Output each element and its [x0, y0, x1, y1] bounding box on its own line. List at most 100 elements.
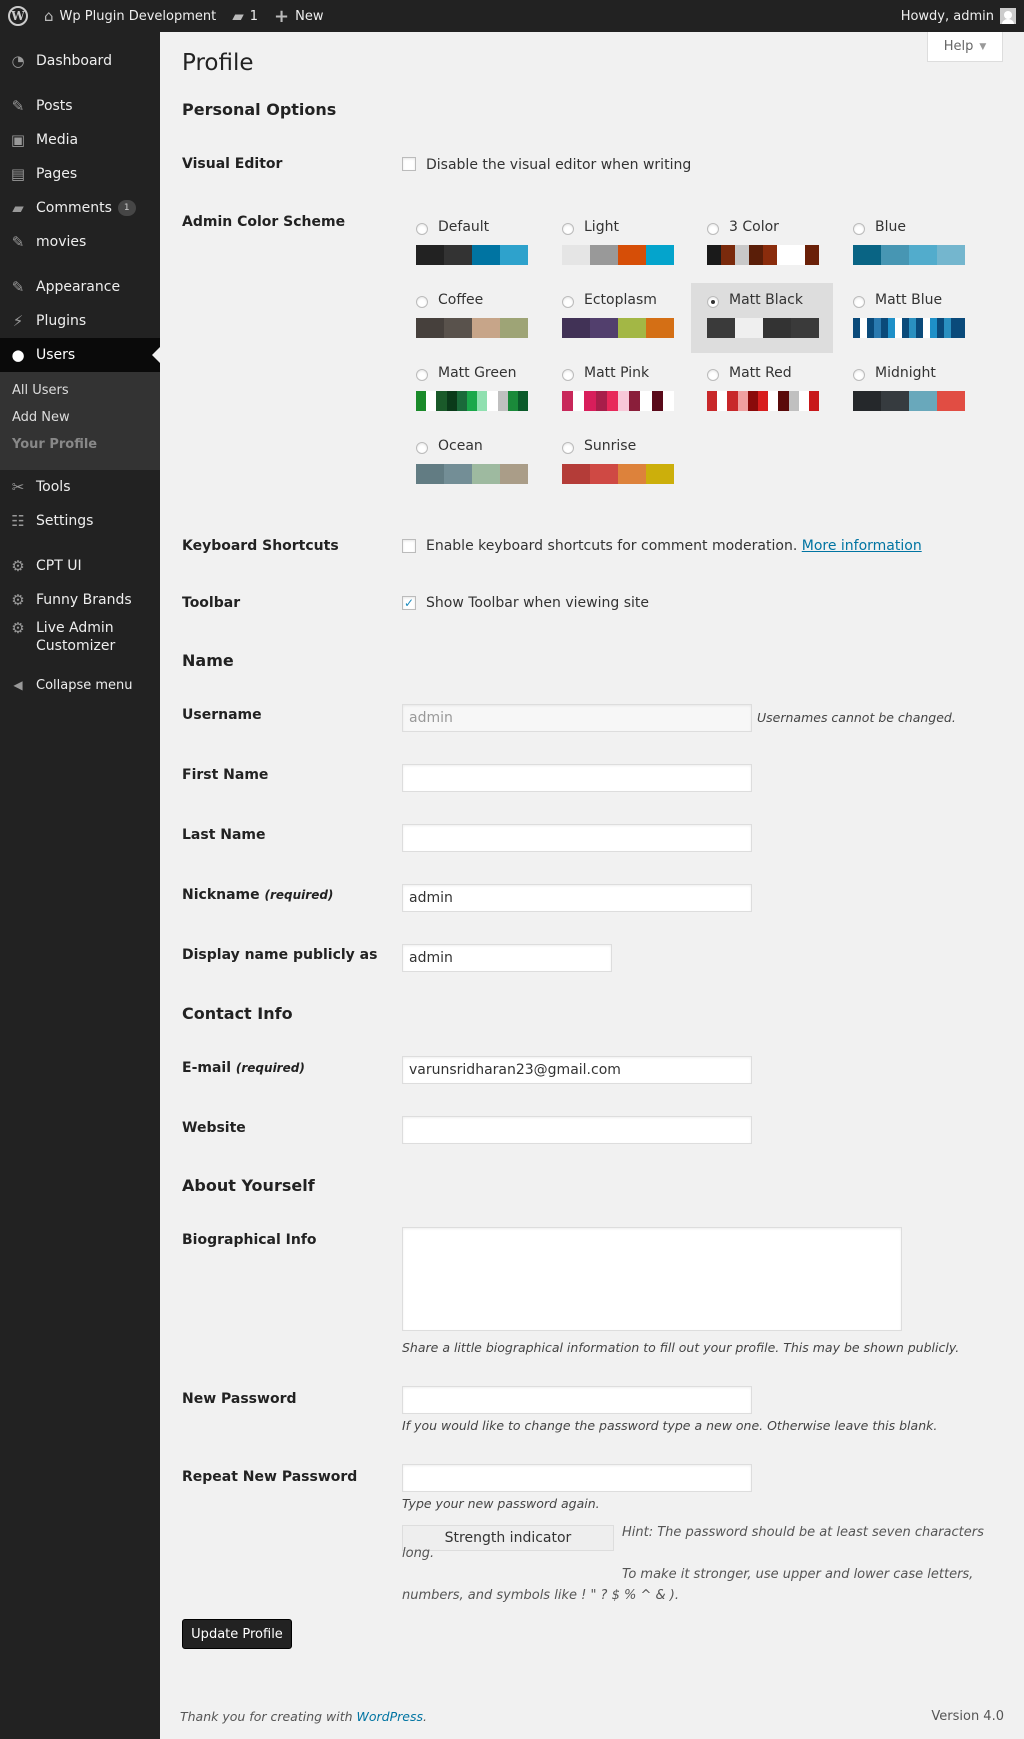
color-scheme-swatches: [416, 245, 528, 265]
repeat-password-field[interactable]: [402, 1464, 752, 1492]
menu-pages[interactable]: ▤ Pages: [0, 157, 160, 191]
color-scheme-option[interactable]: Default: [400, 210, 542, 280]
menu-posts[interactable]: ✎ Posts: [0, 89, 160, 123]
color-scheme-radio[interactable]: [416, 296, 428, 308]
color-scheme-option[interactable]: Matt Black: [691, 283, 833, 353]
color-swatch: [487, 391, 498, 411]
color-scheme-radio[interactable]: [853, 369, 865, 381]
color-scheme-radio[interactable]: [853, 296, 865, 308]
color-swatch: [778, 391, 789, 411]
color-swatch: [777, 318, 791, 338]
color-swatch: [562, 464, 590, 484]
menu-cpt-ui[interactable]: ⚙ CPT UI: [0, 549, 160, 583]
color-scheme-option[interactable]: Coffee: [400, 283, 542, 353]
color-scheme-option[interactable]: Midnight: [837, 356, 979, 426]
color-scheme-radio[interactable]: [562, 442, 574, 454]
color-swatch: [860, 318, 867, 338]
menu-tools[interactable]: ✂ Tools: [0, 470, 160, 504]
site-name-link[interactable]: ⌂ Wp Plugin Development: [36, 0, 224, 32]
color-scheme-option[interactable]: Ocean: [400, 429, 542, 499]
collapse-menu-button[interactable]: ◀ Collapse menu: [0, 668, 160, 702]
color-swatch: [500, 245, 528, 265]
menu-label: Posts: [36, 98, 73, 114]
submenu-all-users[interactable]: All Users: [12, 383, 69, 398]
email-label: E-mail (required): [182, 1060, 305, 1076]
color-scheme-radio[interactable]: [416, 369, 428, 381]
color-scheme-option[interactable]: Matt Green: [400, 356, 542, 426]
first-name-field[interactable]: [402, 764, 752, 792]
toolbar-label: Toolbar: [182, 595, 241, 611]
color-swatch: [472, 318, 500, 338]
new-content-link[interactable]: + New: [266, 0, 331, 32]
color-scheme-radio[interactable]: [562, 296, 574, 308]
comments-link[interactable]: ▰ 1: [224, 0, 266, 32]
color-scheme-option[interactable]: Matt Red: [691, 356, 833, 426]
my-account-link[interactable]: Howdy, admin: [893, 0, 1024, 32]
color-scheme-option[interactable]: 3 Color: [691, 210, 833, 280]
menu-media[interactable]: ▣ Media: [0, 123, 160, 157]
menu-movies[interactable]: ✎ movies: [0, 225, 160, 259]
color-scheme-radio[interactable]: [562, 223, 574, 235]
color-scheme-swatches: [416, 464, 528, 484]
section-about-yourself: About Yourself: [182, 1176, 315, 1195]
menu-live-admin-customizer[interactable]: ⚙ Live Admin Customizer: [0, 617, 160, 659]
color-scheme-option[interactable]: Matt Blue: [837, 283, 979, 353]
color-scheme-radio[interactable]: [707, 223, 719, 235]
menu-users[interactable]: ● Users: [0, 338, 160, 372]
help-button[interactable]: Help ▼: [927, 32, 1003, 62]
submenu-add-new[interactable]: Add New: [12, 410, 70, 425]
greeting: Howdy, admin: [900, 8, 994, 24]
color-swatch: [456, 391, 467, 411]
color-swatch: [747, 391, 758, 411]
color-swatch: [629, 391, 641, 411]
menu-comments[interactable]: ▰ Comments 1: [0, 191, 160, 225]
color-scheme-option[interactable]: Blue: [837, 210, 979, 280]
menu-dashboard[interactable]: ◔ Dashboard: [0, 44, 160, 78]
keyboard-shortcuts-text: Enable keyboard shortcuts for comment mo…: [426, 538, 922, 554]
color-scheme-name: Sunrise: [584, 438, 637, 454]
wordpress-logo-button[interactable]: W: [0, 0, 36, 32]
display-name-select[interactable]: admin: [402, 944, 612, 972]
color-scheme-name: Ocean: [438, 438, 483, 454]
email-field[interactable]: varunsridharan23@gmail.com: [402, 1056, 752, 1084]
submenu-your-profile[interactable]: Your Profile: [12, 437, 97, 452]
color-swatch: [737, 391, 748, 411]
color-scheme-radio[interactable]: [853, 223, 865, 235]
visual-editor-checkbox[interactable]: [402, 157, 416, 171]
update-profile-button[interactable]: Update Profile: [182, 1619, 292, 1649]
nickname-field[interactable]: admin: [402, 884, 752, 912]
new-password-field[interactable]: [402, 1386, 752, 1414]
last-name-field[interactable]: [402, 824, 752, 852]
color-scheme-name: Matt Pink: [584, 365, 650, 381]
color-scheme-option[interactable]: Matt Pink: [546, 356, 688, 426]
color-scheme-radio[interactable]: [416, 442, 428, 454]
color-swatch: [798, 391, 809, 411]
color-swatch: [805, 245, 819, 265]
menu-plugins[interactable]: ⚡ Plugins: [0, 304, 160, 338]
toolbar-checkbox[interactable]: ✓: [402, 596, 416, 610]
more-information-link[interactable]: More information: [802, 538, 922, 554]
color-swatch: [472, 464, 500, 484]
color-swatch: [426, 391, 437, 411]
menu-settings[interactable]: ☷ Settings: [0, 504, 160, 538]
menu-appearance[interactable]: ✎ Appearance: [0, 270, 160, 304]
keyboard-shortcuts-checkbox[interactable]: [402, 539, 416, 553]
menu-label: Settings: [36, 513, 94, 529]
color-scheme-radio[interactable]: [416, 223, 428, 235]
color-scheme-option[interactable]: Sunrise: [546, 429, 688, 499]
color-scheme-option[interactable]: Ectoplasm: [546, 283, 688, 353]
color-swatch: [867, 318, 874, 338]
color-swatch: [791, 245, 805, 265]
color-swatch: [937, 245, 965, 265]
wordpress-link[interactable]: WordPress: [357, 1709, 423, 1724]
color-swatch: [874, 318, 881, 338]
menu-funny-brands[interactable]: ⚙ Funny Brands: [0, 583, 160, 617]
color-scheme-radio[interactable]: [562, 369, 574, 381]
color-scheme-option[interactable]: Light: [546, 210, 688, 280]
color-scheme-radio[interactable]: [707, 369, 719, 381]
repeat-password-description: Type your new password again.: [402, 1496, 600, 1511]
color-scheme-radio[interactable]: [707, 296, 719, 308]
bio-textarea[interactable]: [402, 1227, 902, 1331]
website-field[interactable]: [402, 1116, 752, 1144]
username-label: Username: [182, 707, 262, 723]
